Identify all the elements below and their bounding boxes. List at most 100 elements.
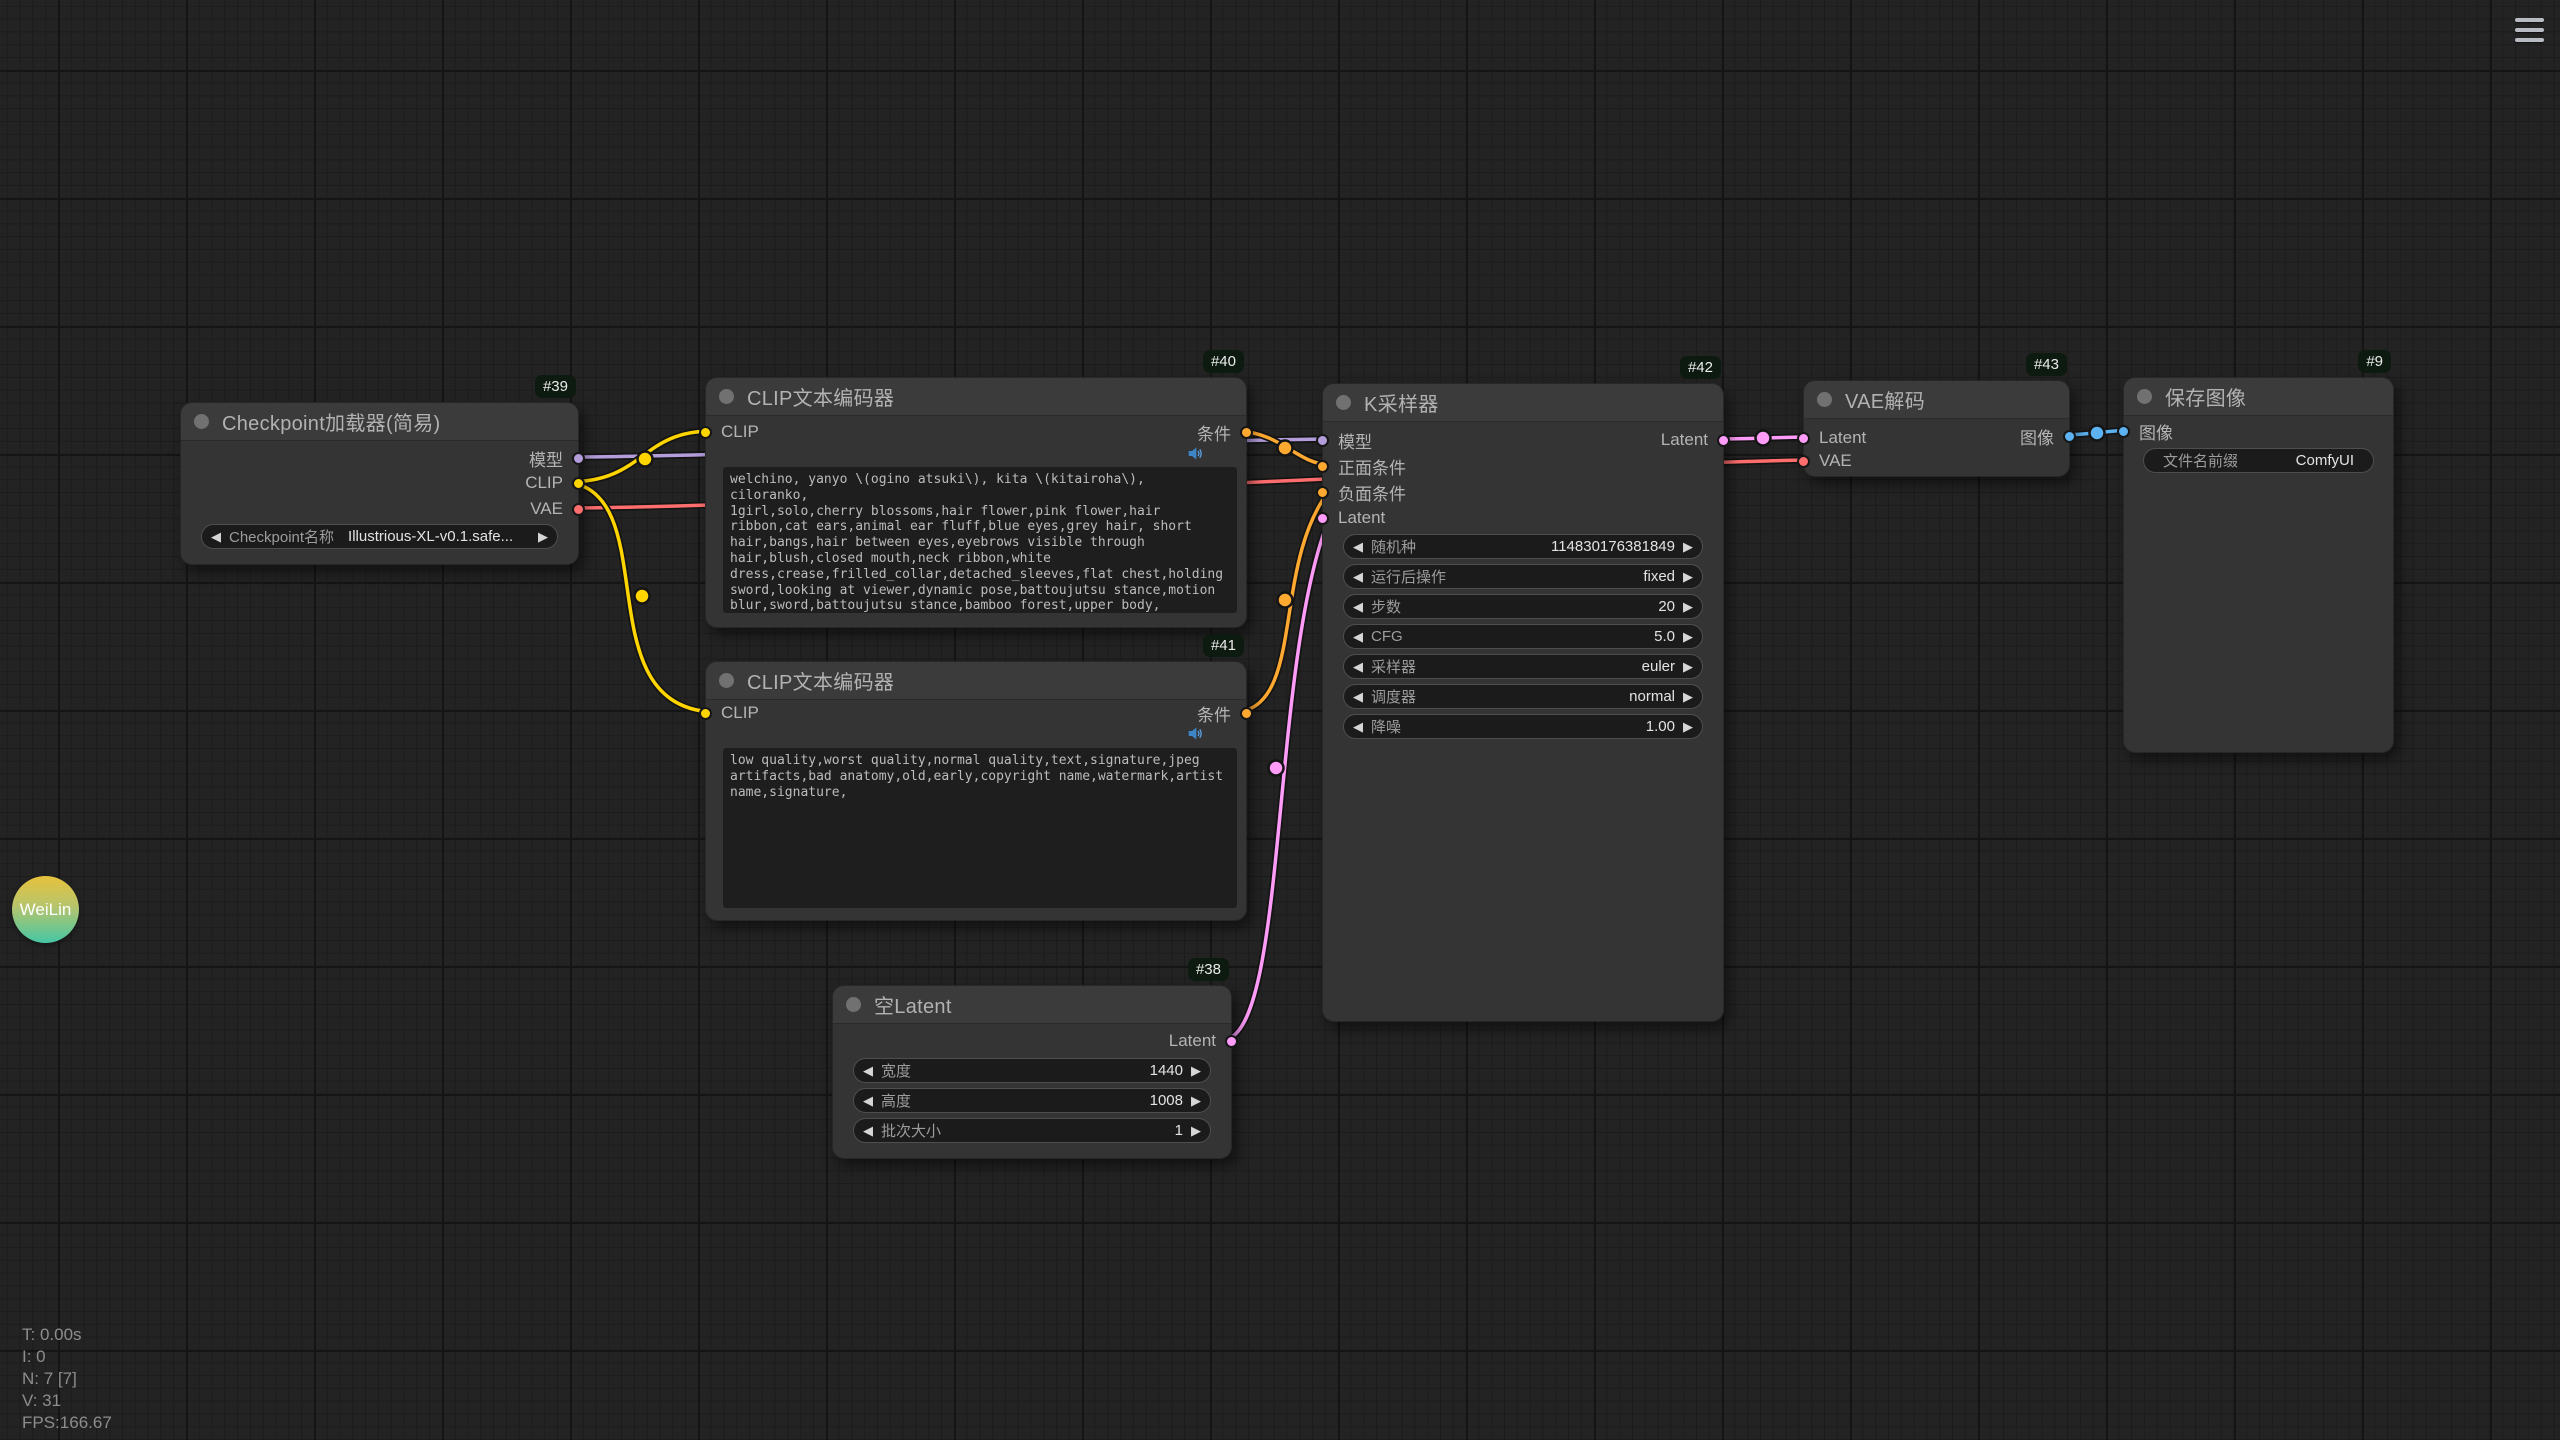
node-clip-text-encode-positive[interactable]: #40 CLIP文本编码器 CLIP 条件 welchino, yanyo \(… — [705, 377, 1247, 628]
decrement-arrow-icon[interactable] — [1353, 630, 1363, 643]
input-port-positive[interactable]: 正面条件 — [1316, 456, 1406, 476]
increment-arrow-icon[interactable] — [1191, 1094, 1201, 1107]
decrement-arrow-icon[interactable] — [211, 530, 221, 543]
collapse-dot-icon[interactable] — [846, 997, 861, 1012]
checkpoint-name-widget[interactable]: Checkpoint名称 Illustrious-XL-v0.1.safe... — [201, 524, 558, 549]
decrement-arrow-icon[interactable] — [1353, 690, 1363, 703]
increment-arrow-icon[interactable] — [1683, 570, 1693, 583]
decrement-arrow-icon[interactable] — [1353, 720, 1363, 733]
increment-arrow-icon[interactable] — [1191, 1124, 1201, 1137]
node-header[interactable]: CLIP文本编码器 — [706, 662, 1246, 700]
port-dot-latent[interactable] — [1225, 1035, 1238, 1048]
node-header[interactable]: CLIP文本编码器 — [706, 378, 1246, 416]
speaker-icon[interactable] — [1187, 725, 1204, 742]
increment-arrow-icon[interactable] — [1683, 660, 1693, 673]
port-dot-image[interactable] — [2117, 425, 2130, 438]
input-port-latent[interactable]: Latent — [1316, 508, 1385, 528]
port-dot-model[interactable] — [572, 452, 585, 465]
port-dot-image[interactable] — [2063, 430, 2076, 443]
link-dot-clip-pos[interactable] — [638, 452, 653, 467]
output-port-clip[interactable]: CLIP — [525, 473, 585, 493]
scheduler-widget[interactable]: 调度器 normal — [1343, 684, 1703, 709]
link-dot-image[interactable] — [2090, 426, 2105, 441]
increment-arrow-icon[interactable] — [538, 530, 548, 543]
collapse-dot-icon[interactable] — [719, 389, 734, 404]
node-header[interactable]: Checkpoint加载器(简易) — [181, 403, 578, 441]
cfg-widget[interactable]: CFG 5.0 — [1343, 624, 1703, 649]
seed-widget[interactable]: 随机种 114830176381849 — [1343, 534, 1703, 559]
input-port-image[interactable]: 图像 — [2117, 421, 2173, 441]
decrement-arrow-icon[interactable] — [1353, 570, 1363, 583]
link-dot-latent-in[interactable] — [1269, 761, 1284, 776]
increment-arrow-icon[interactable] — [1683, 630, 1693, 643]
decrement-arrow-icon[interactable] — [863, 1094, 873, 1107]
output-port-conditioning[interactable]: 条件 — [1197, 422, 1253, 442]
node-header[interactable]: 保存图像 — [2124, 378, 2393, 416]
decrement-arrow-icon[interactable] — [1353, 540, 1363, 553]
node-save-image[interactable]: #9 保存图像 图像 文件名前缀 ComfyUI — [2123, 377, 2394, 753]
width-widget[interactable]: 宽度 1440 — [853, 1058, 1211, 1083]
weilin-button[interactable]: WeiLin — [12, 876, 79, 943]
port-dot-latent[interactable] — [1797, 432, 1810, 445]
link-dot-latent-out[interactable] — [1756, 431, 1771, 446]
node-clip-text-encode-negative[interactable]: #41 CLIP文本编码器 CLIP 条件 low quality,worst … — [705, 661, 1247, 921]
positive-prompt-textarea[interactable]: welchino, yanyo \(ogino atsuki\), kita \… — [723, 467, 1237, 613]
increment-arrow-icon[interactable] — [1683, 600, 1693, 613]
increment-arrow-icon[interactable] — [1683, 690, 1693, 703]
port-dot-conditioning[interactable] — [1316, 460, 1329, 473]
decrement-arrow-icon[interactable] — [1353, 600, 1363, 613]
sampler-widget[interactable]: 采样器 euler — [1343, 654, 1703, 679]
link-dot-cond-neg[interactable] — [1278, 593, 1293, 608]
speaker-icon[interactable] — [1187, 445, 1204, 462]
port-dot-vae[interactable] — [1797, 455, 1810, 468]
port-dot-model[interactable] — [1316, 434, 1329, 447]
output-port-vae[interactable]: VAE — [530, 499, 585, 519]
decrement-arrow-icon[interactable] — [1353, 660, 1363, 673]
output-port-latent[interactable]: Latent — [1169, 1031, 1238, 1051]
node-empty-latent[interactable]: #38 空Latent Latent 宽度 1440 高度 1008 批次大小 … — [832, 985, 1232, 1159]
control-after-generate-widget[interactable]: 运行后操作 fixed — [1343, 564, 1703, 589]
collapse-dot-icon[interactable] — [1817, 392, 1832, 407]
port-dot-latent[interactable] — [1316, 512, 1329, 525]
input-port-negative[interactable]: 负面条件 — [1316, 482, 1406, 502]
node-checkpoint-loader[interactable]: #39 Checkpoint加载器(简易) 模型 CLIP VAE Checkp… — [180, 402, 579, 565]
collapse-dot-icon[interactable] — [719, 673, 734, 688]
port-dot-clip[interactable] — [572, 477, 585, 490]
output-port-conditioning[interactable]: 条件 — [1197, 703, 1253, 723]
input-port-clip[interactable]: CLIP — [699, 422, 759, 442]
port-dot-vae[interactable] — [572, 503, 585, 516]
collapse-dot-icon[interactable] — [194, 414, 209, 429]
port-dot-clip[interactable] — [699, 426, 712, 439]
node-header[interactable]: 空Latent — [833, 986, 1231, 1024]
port-dot-latent[interactable] — [1717, 434, 1730, 447]
input-port-vae[interactable]: VAE — [1797, 451, 1852, 471]
input-port-clip[interactable]: CLIP — [699, 703, 759, 723]
port-dot-conditioning[interactable] — [1240, 426, 1253, 439]
increment-arrow-icon[interactable] — [1191, 1064, 1201, 1077]
port-dot-clip[interactable] — [699, 707, 712, 720]
increment-arrow-icon[interactable] — [1683, 540, 1693, 553]
node-ksampler[interactable]: #42 K采样器 模型 正面条件 负面条件 Latent Latent 随机种 … — [1322, 383, 1724, 1022]
output-port-image[interactable]: 图像 — [2020, 426, 2076, 446]
collapse-dot-icon[interactable] — [2137, 389, 2152, 404]
filename-prefix-widget[interactable]: 文件名前缀 ComfyUI — [2143, 448, 2374, 473]
node-header[interactable]: VAE解码 — [1804, 381, 2069, 419]
output-port-latent[interactable]: Latent — [1661, 430, 1730, 450]
port-dot-conditioning[interactable] — [1316, 486, 1329, 499]
port-dot-conditioning[interactable] — [1240, 707, 1253, 720]
node-header[interactable]: K采样器 — [1323, 384, 1723, 422]
input-port-latent[interactable]: Latent — [1797, 428, 1866, 448]
increment-arrow-icon[interactable] — [1683, 720, 1693, 733]
batch-size-widget[interactable]: 批次大小 1 — [853, 1118, 1211, 1143]
node-vae-decode[interactable]: #43 VAE解码 Latent VAE 图像 — [1803, 380, 2070, 477]
height-widget[interactable]: 高度 1008 — [853, 1088, 1211, 1113]
decrement-arrow-icon[interactable] — [863, 1124, 873, 1137]
menu-hamburger-icon[interactable] — [2515, 18, 2544, 42]
steps-widget[interactable]: 步数 20 — [1343, 594, 1703, 619]
negative-prompt-textarea[interactable]: low quality,worst quality,normal quality… — [723, 748, 1237, 908]
input-port-model[interactable]: 模型 — [1316, 430, 1372, 450]
denoise-widget[interactable]: 降噪 1.00 — [1343, 714, 1703, 739]
collapse-dot-icon[interactable] — [1336, 395, 1351, 410]
output-port-model[interactable]: 模型 — [529, 448, 585, 468]
link-dot-cond-pos[interactable] — [1278, 441, 1293, 456]
